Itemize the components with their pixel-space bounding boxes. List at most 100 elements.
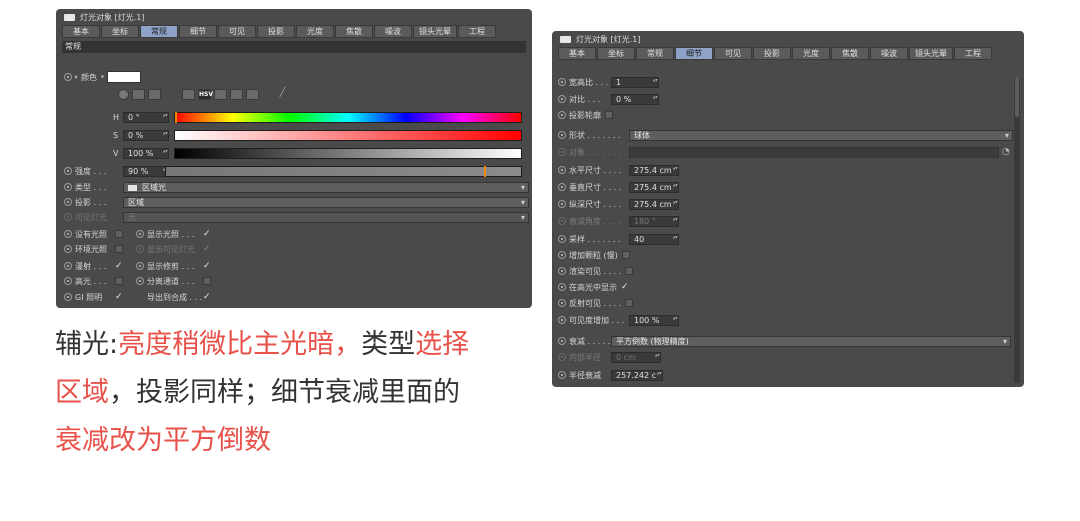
- keyframe-radio[interactable]: [558, 316, 566, 324]
- keyframe-radio[interactable]: [64, 245, 72, 253]
- pick-object-icon[interactable]: ◔: [1002, 147, 1010, 157]
- tab-noise[interactable]: 噪波: [374, 25, 412, 38]
- reflect-visible-checkbox[interactable]: [625, 299, 634, 307]
- shadow-dropdown[interactable]: 区域: [123, 196, 529, 208]
- keyframe-radio[interactable]: [558, 251, 566, 259]
- keyframe-radio[interactable]: [64, 198, 72, 206]
- type-dropdown[interactable]: 区域光: [123, 181, 529, 193]
- rgb-icon[interactable]: [182, 89, 195, 100]
- keyframe-radio[interactable]: [136, 277, 144, 285]
- aspect-input[interactable]: 1: [611, 76, 659, 88]
- tab-shadow[interactable]: 投影: [257, 25, 295, 38]
- show-illumination-checkbox[interactable]: ✓: [203, 229, 211, 239]
- keyframe-radio[interactable]: [64, 73, 72, 81]
- keyframe-radio[interactable]: [64, 230, 72, 238]
- specular-checkbox[interactable]: [115, 277, 123, 285]
- radius-falloff-input[interactable]: 257.242 c: [611, 369, 663, 381]
- export-composite-checkbox[interactable]: ✓: [203, 292, 211, 302]
- diffuse-checkbox[interactable]: ✓: [115, 261, 123, 271]
- tab-details[interactable]: 细节: [675, 47, 713, 60]
- separate-pass-checkbox[interactable]: [203, 277, 211, 285]
- tab-basic[interactable]: 基本: [62, 25, 100, 38]
- saturation-slider[interactable]: [174, 130, 522, 141]
- hue-input[interactable]: 0 °: [123, 111, 169, 123]
- keyframe-radio[interactable]: [136, 262, 144, 270]
- intensity-slider[interactable]: [165, 166, 522, 177]
- samples-input[interactable]: 40: [629, 233, 679, 245]
- tab-shadow[interactable]: 投影: [753, 47, 791, 60]
- color-dropdown-icon[interactable]: [100, 75, 105, 79]
- keyframe-radio[interactable]: [64, 183, 72, 191]
- spectrum-icon[interactable]: [132, 89, 145, 100]
- color-wheel-icon[interactable]: [118, 89, 129, 100]
- keyframe-radio[interactable]: [558, 337, 566, 345]
- tab-details[interactable]: 细节: [179, 25, 217, 38]
- show-clipping-checkbox[interactable]: ✓: [203, 261, 211, 271]
- value-input[interactable]: 100 %: [123, 147, 169, 159]
- intensity-input[interactable]: 90 %: [123, 165, 169, 177]
- tab-noise[interactable]: 噪波: [870, 47, 908, 60]
- dsize-input[interactable]: 275.4 cm: [629, 198, 679, 210]
- keyframe-radio[interactable]: [64, 277, 72, 285]
- visibility-increase-input[interactable]: 100 %: [629, 314, 679, 326]
- tab-coord[interactable]: 坐标: [101, 25, 139, 38]
- keyframe-radio[interactable]: [558, 111, 566, 119]
- tab-photometric[interactable]: 光度: [792, 47, 830, 60]
- keyframe-radio[interactable]: [558, 183, 566, 191]
- keyframe-radio[interactable]: [558, 166, 566, 174]
- hsv-mode-icon[interactable]: HSV: [198, 89, 213, 100]
- tab-lens-flare[interactable]: 镜头光晕: [909, 47, 953, 60]
- keyframe-radio[interactable]: [558, 200, 566, 208]
- saturation-input[interactable]: 0 %: [123, 129, 169, 141]
- keyframe-radio[interactable]: [558, 267, 566, 275]
- hsize-input[interactable]: 275.4 cm: [629, 164, 679, 176]
- keyframe-radio[interactable]: [558, 299, 566, 307]
- eyedropper-icon[interactable]: ╱: [276, 89, 289, 100]
- vertical-scrollbar[interactable]: [1014, 77, 1020, 383]
- tab-project[interactable]: 工程: [954, 47, 992, 60]
- grain-checkbox[interactable]: [621, 251, 630, 259]
- falloff-dropdown[interactable]: 平方倒数 (物理精度): [611, 335, 1011, 347]
- hue-slider-handle[interactable]: [175, 112, 177, 123]
- tab-project[interactable]: 工程: [458, 25, 496, 38]
- expand-triangle-icon[interactable]: [75, 75, 78, 79]
- vsize-input[interactable]: 275.4 cm: [629, 181, 679, 193]
- hue-slider[interactable]: [174, 112, 522, 123]
- tab-coord[interactable]: 坐标: [597, 47, 635, 60]
- tab-lens-flare[interactable]: 镜头光晕: [413, 25, 457, 38]
- keyframe-radio[interactable]: [558, 235, 566, 243]
- shape-dropdown[interactable]: 球体: [629, 129, 1013, 141]
- image-picker-icon[interactable]: [148, 89, 161, 100]
- keyframe-radio[interactable]: [558, 95, 566, 103]
- tab-general[interactable]: 常规: [636, 47, 674, 60]
- keyframe-radio[interactable]: [558, 131, 566, 139]
- keyframe-radio[interactable]: [136, 230, 144, 238]
- swatches-icon[interactable]: [246, 89, 259, 100]
- color-swatch[interactable]: [107, 71, 141, 83]
- kelvin-icon[interactable]: [214, 89, 227, 100]
- ambient-checkbox[interactable]: [115, 245, 123, 253]
- keyframe-radio[interactable]: [558, 283, 566, 291]
- gi-checkbox[interactable]: ✓: [115, 292, 123, 302]
- keyframe-radio[interactable]: [558, 371, 566, 379]
- keyframe-radio[interactable]: [558, 78, 566, 86]
- mixer-icon[interactable]: [230, 89, 243, 100]
- intensity-slider-handle[interactable]: [484, 166, 486, 177]
- tab-photometric[interactable]: 光度: [296, 25, 334, 38]
- object-link-field[interactable]: [629, 146, 999, 158]
- render-visible-checkbox[interactable]: [625, 267, 634, 275]
- contrast-input[interactable]: 0 %: [611, 93, 659, 105]
- show-specular-checkbox[interactable]: ✓: [621, 282, 629, 292]
- value-slider[interactable]: [174, 148, 522, 159]
- tab-general[interactable]: 常规: [140, 25, 178, 38]
- keyframe-radio[interactable]: [64, 262, 72, 270]
- shadow-caster-checkbox[interactable]: [605, 111, 613, 119]
- tab-caustics[interactable]: 焦散: [335, 25, 373, 38]
- keyframe-radio[interactable]: [64, 293, 72, 301]
- no-illumination-checkbox[interactable]: [115, 230, 123, 238]
- tab-basic[interactable]: 基本: [558, 47, 596, 60]
- tab-visible[interactable]: 可见: [714, 47, 752, 60]
- keyframe-radio[interactable]: [64, 167, 72, 175]
- tab-caustics[interactable]: 焦散: [831, 47, 869, 60]
- tab-visible[interactable]: 可见: [218, 25, 256, 38]
